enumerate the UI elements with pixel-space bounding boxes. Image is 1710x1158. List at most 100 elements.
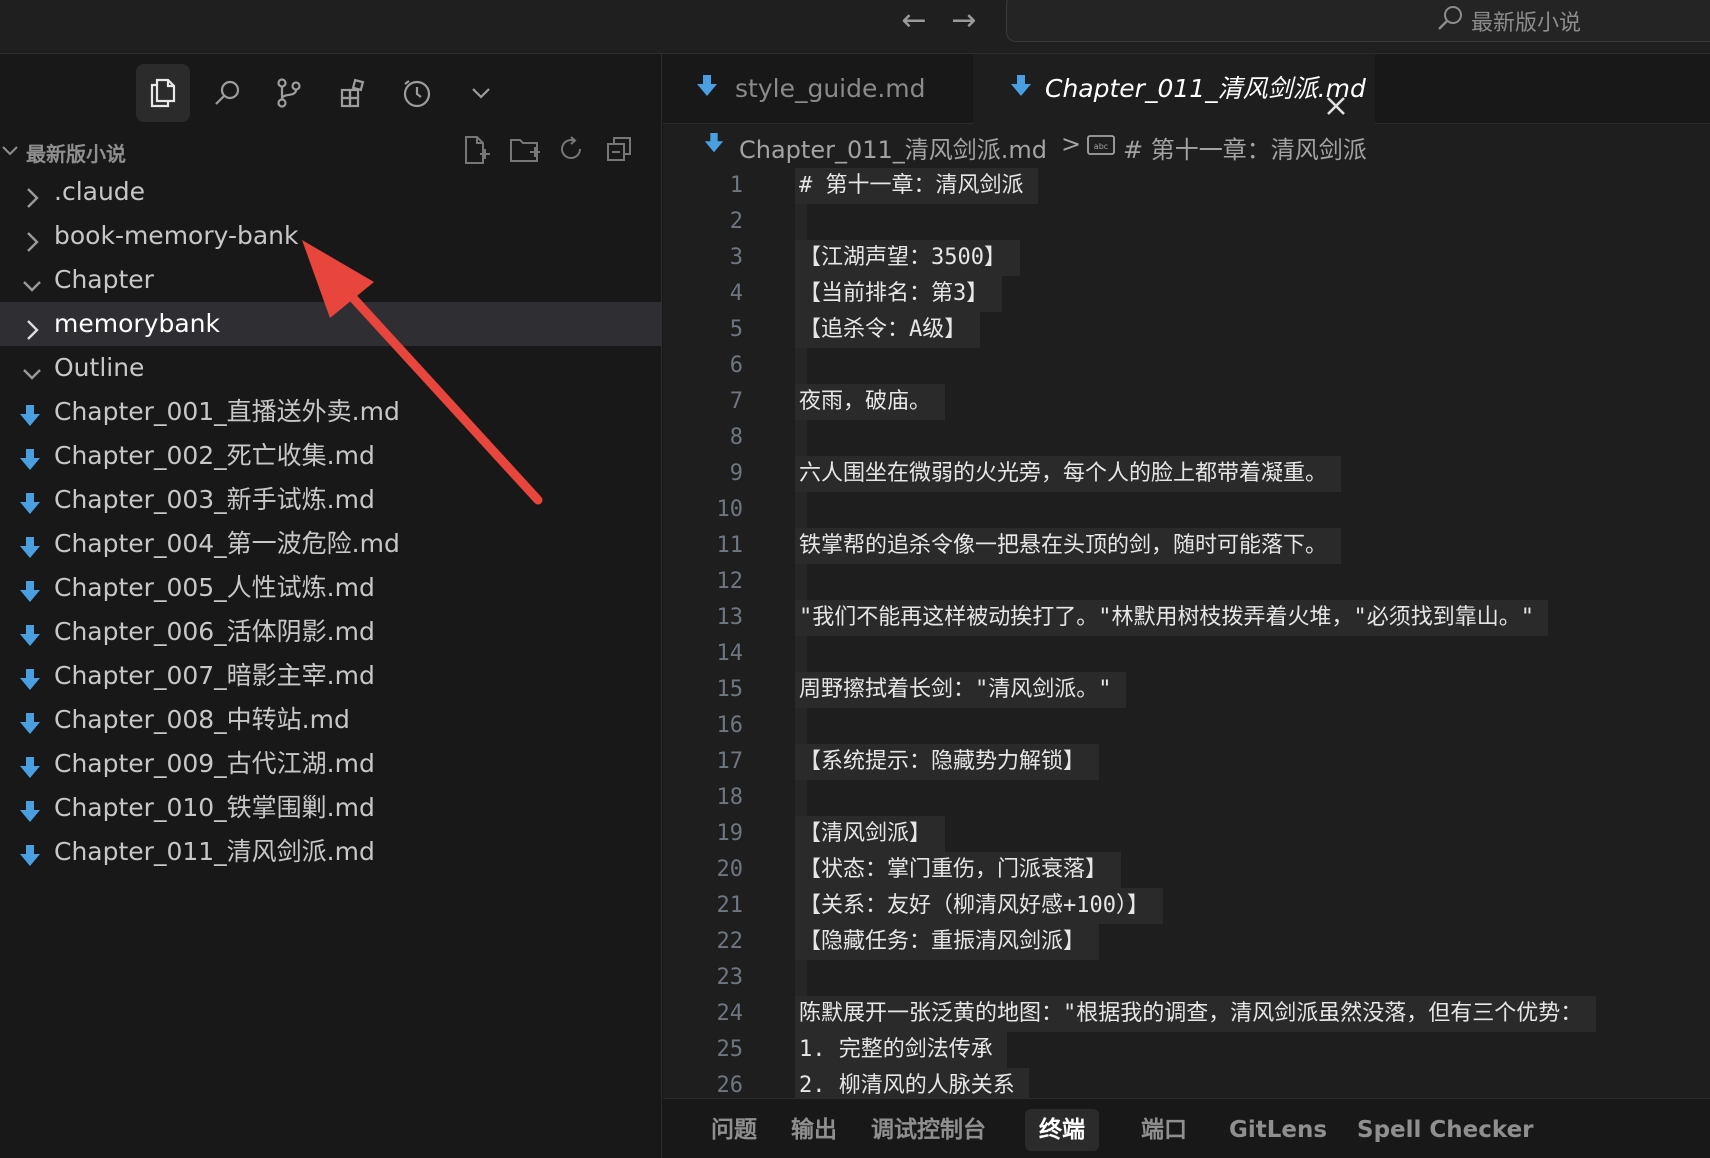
line-number: 23 (716, 965, 744, 990)
tree-file[interactable]: Chapter_003_新手试炼.md (0, 478, 662, 522)
code-line[interactable]: 20 【状态：掌门重伤，门派衰落】 (663, 852, 1710, 888)
code-line[interactable]: 23 (663, 960, 1710, 996)
tree-folder[interactable]: .claude (0, 170, 662, 214)
breadcrumb-file[interactable]: Chapter_011_清风剑派.md (739, 130, 1047, 165)
tab-output[interactable]: 输出 (777, 1109, 851, 1151)
code-line[interactable]: 3 【江湖声望：3500】 (663, 240, 1710, 276)
editor-tab-bar: style_guide.md Chapter_011_清风剑派.md (663, 54, 1710, 124)
code-line[interactable]: 26 2. 柳清风的人脉关系 (663, 1068, 1710, 1098)
line-number: 17 (716, 749, 744, 774)
code-line[interactable]: 7 夜雨，破庙。 (663, 384, 1710, 420)
chevron-right-icon[interactable] (20, 180, 44, 208)
code-line[interactable]: 16 (663, 708, 1710, 744)
tree-file[interactable]: Chapter_009_古代江湖.md (0, 742, 662, 786)
line-number: 11 (716, 533, 744, 558)
tab-chapter-011[interactable]: Chapter_011_清风剑派.md (973, 54, 1375, 124)
tree-file[interactable]: Chapter_002_死亡收集.md (0, 434, 662, 478)
explorer-header[interactable]: 最新版小说 (0, 130, 662, 170)
code-line[interactable]: 24 陈默展开一张泛黄的地图："根据我的调查，清风剑派虽然没落，但有三个优势： (663, 996, 1710, 1032)
tree-file[interactable]: Chapter_011_清风剑派.md (0, 830, 662, 874)
clock-icon[interactable] (390, 64, 444, 122)
chevron-right-icon[interactable] (20, 224, 44, 252)
arrow-left-icon[interactable]: ← (894, 4, 934, 40)
collapse-all-icon[interactable] (604, 134, 638, 168)
code-line[interactable]: 15 周野擦拭着长剑："清风剑派。" (663, 672, 1710, 708)
tree-file[interactable]: Chapter_006_活体阴影.md (0, 610, 662, 654)
code-line[interactable]: 4 【当前排名：第3】 (663, 276, 1710, 312)
arrow-right-icon[interactable]: → (944, 4, 984, 40)
tree-file[interactable]: Chapter_004_第一波危险.md (0, 522, 662, 566)
chevron-down-icon[interactable] (20, 356, 44, 380)
code-line[interactable]: 10 (663, 492, 1710, 528)
refresh-icon[interactable] (556, 134, 590, 168)
tab-problems[interactable]: 问题 (697, 1109, 771, 1151)
code-line[interactable]: 6 (663, 348, 1710, 384)
extensions-icon[interactable] (326, 64, 380, 122)
search-icon[interactable] (200, 64, 254, 122)
line-number: 14 (716, 641, 744, 666)
abc-symbol-icon: abc (1087, 135, 1115, 155)
code-line[interactable]: 12 (663, 564, 1710, 600)
code-line[interactable]: 22 【隐藏任务：重振清风剑派】 (663, 924, 1710, 960)
code-line[interactable]: 21 【关系：友好（柳清风好感+100）】 (663, 888, 1710, 924)
new-folder-icon[interactable] (508, 134, 542, 168)
tab-debug-console[interactable]: 调试控制台 (857, 1109, 1000, 1151)
code-line[interactable]: 18 (663, 780, 1710, 816)
tree-file[interactable]: Chapter_008_中转站.md (0, 698, 662, 742)
command-center[interactable]: 最新版小说 (1006, 0, 1710, 42)
tree-file[interactable]: Chapter_001_直播送外卖.md (0, 390, 662, 434)
code-line[interactable]: 9 六人围坐在微弱的火光旁，每个人的脸上都带着凝重。 (663, 456, 1710, 492)
code-line[interactable]: 1 # 第十一章：清风剑派 (663, 168, 1710, 204)
code-area[interactable]: 1 # 第十一章：清风剑派 2 3 【江湖声望：3500】 4 【当前排名：第3】 5 【追杀令… (663, 168, 1710, 1098)
tree-item-label: memorybank (54, 309, 220, 338)
git-branch-icon[interactable] (262, 64, 316, 122)
panel-tab-bar: 问题 输出 调试控制台 终端 端口 GitLens Spell Checker (663, 1098, 1710, 1158)
line-number: 20 (716, 857, 744, 882)
tab-gitlens[interactable]: GitLens (1215, 1109, 1341, 1151)
tab-style-guide[interactable]: style_guide.md (663, 54, 973, 124)
close-icon[interactable] (1323, 76, 1349, 115)
vscode-window: ← → 最新版小说 最新版小说 .claude book-memory-bank… (0, 0, 1710, 1158)
tree-file[interactable]: Chapter_005_人性试炼.md (0, 566, 662, 610)
code-line[interactable]: 11 铁掌帮的追杀令像一把悬在头顶的剑，随时可能落下。 (663, 528, 1710, 564)
tree-file[interactable]: Chapter_010_铁掌围剿.md (0, 786, 662, 830)
line-number: 24 (716, 1001, 744, 1026)
line-text: 周野擦拭着长剑："清风剑派。" (795, 672, 1126, 708)
markdown-icon (18, 400, 42, 426)
markdown-icon (18, 532, 42, 558)
tab-ports[interactable]: 端口 (1127, 1109, 1201, 1151)
tab-label: Chapter_011_清风剑派.md (1045, 74, 1366, 103)
tab-spell-checker[interactable]: Spell Checker (1343, 1109, 1548, 1151)
tree-folder[interactable]: Chapter (0, 258, 662, 302)
line-number: 4 (729, 281, 743, 306)
chevron-down-icon[interactable] (454, 64, 508, 122)
tree-item-label: Chapter_008_中转站.md (54, 705, 350, 734)
tree-item-label: book-memory-bank (54, 221, 299, 250)
code-line[interactable]: 13 "我们不能再这样被动挨打了。"林默用树枝拨弄着火堆，"必须找到靠山。" (663, 600, 1710, 636)
tree-file[interactable]: Chapter_007_暗影主宰.md (0, 654, 662, 698)
tab-terminal[interactable]: 终端 (1025, 1109, 1099, 1151)
code-line[interactable]: 5 【追杀令：A级】 (663, 312, 1710, 348)
tree-folder[interactable]: book-memory-bank (0, 214, 662, 258)
chevron-right-icon[interactable] (20, 312, 44, 340)
markdown-icon (697, 75, 717, 96)
breadcrumb-symbol[interactable]: # 第十一章：清风剑派 (1123, 130, 1367, 165)
chevron-down-icon[interactable] (20, 268, 44, 292)
tree-folder[interactable]: Outline (0, 346, 662, 390)
tree-folder[interactable]: memorybank (0, 302, 662, 346)
code-line[interactable]: 2 (663, 204, 1710, 240)
code-line[interactable]: 14 (663, 636, 1710, 672)
code-line[interactable]: 8 (663, 420, 1710, 456)
new-file-icon[interactable] (460, 134, 494, 168)
code-line[interactable]: 19 【清风剑派】 (663, 816, 1710, 852)
files-icon[interactable] (136, 64, 190, 122)
code-line[interactable]: 25 1. 完整的剑法传承 (663, 1032, 1710, 1068)
line-number: 16 (716, 713, 744, 738)
code-line[interactable]: 17 【系统提示：隐藏势力解锁】 (663, 744, 1710, 780)
line-number: 6 (729, 353, 743, 378)
line-number: 9 (729, 461, 743, 486)
chevron-down-icon[interactable] (0, 138, 20, 162)
line-number: 18 (716, 785, 744, 810)
breadcrumb-separator: > (1061, 130, 1082, 158)
line-text: 【状态：掌门重伤，门派衰落】 (795, 852, 1122, 888)
